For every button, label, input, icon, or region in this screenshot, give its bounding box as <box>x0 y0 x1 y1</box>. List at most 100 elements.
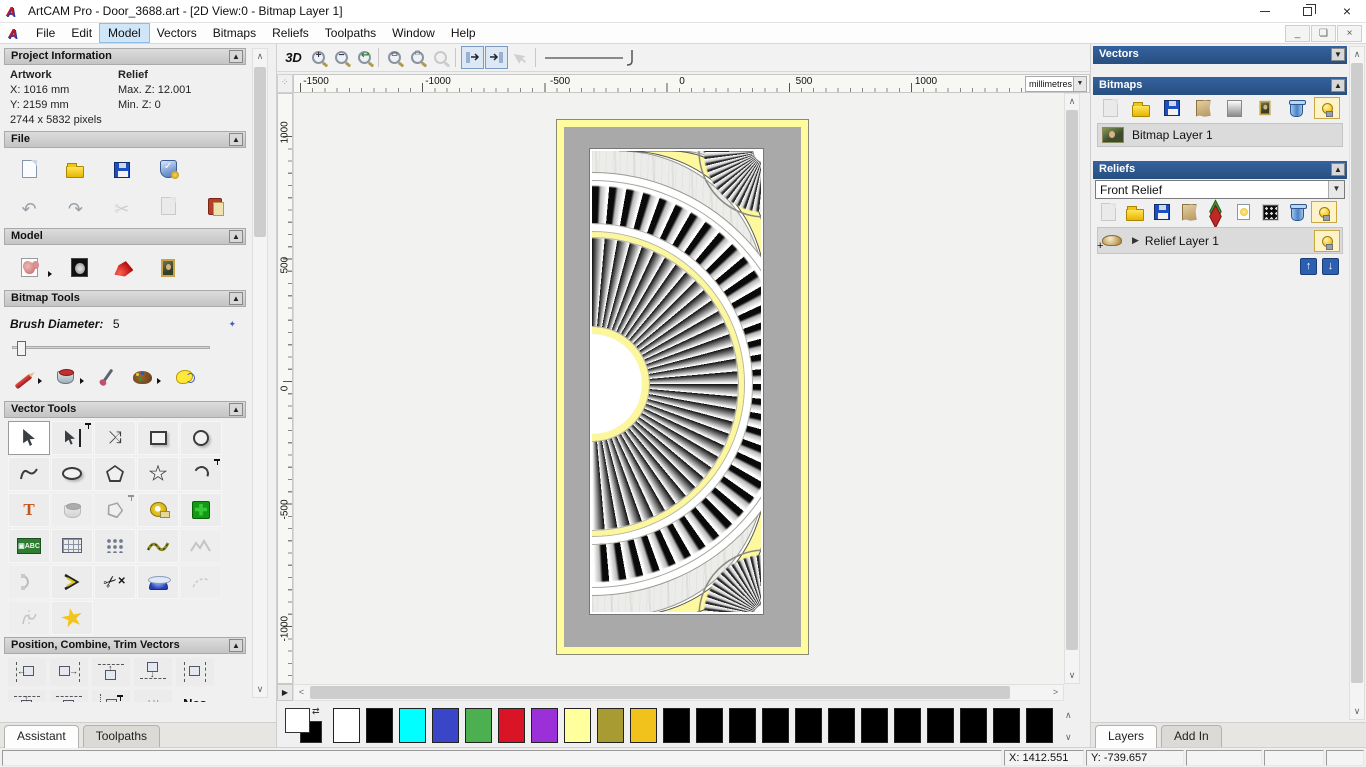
open-relief-layer-icon[interactable] <box>1122 201 1148 223</box>
paste-icon[interactable] <box>198 192 232 222</box>
bitmap-tools-header[interactable]: Bitmap Tools ▲ <box>4 289 246 307</box>
scroll-down-icon[interactable]: ∨ <box>253 682 267 697</box>
merge-relief-layers-icon[interactable] <box>1176 201 1202 223</box>
expand-arrow-icon[interactable]: ▶ <box>1132 235 1139 246</box>
model-section-header[interactable]: Model ▲ <box>4 228 246 245</box>
load-image-icon[interactable] <box>151 253 185 283</box>
create-text-tool[interactable]: T <box>8 492 50 527</box>
open-model-icon[interactable] <box>58 155 92 185</box>
units-dropdown[interactable]: millimetres ▼ <box>1024 76 1087 92</box>
toggle-3d-view-button[interactable]: 3D <box>282 46 305 69</box>
create-rectangle-tool[interactable] <box>137 420 179 455</box>
palette-icon[interactable] <box>129 361 155 391</box>
colour-swatch[interactable] <box>465 708 492 743</box>
colour-swatch[interactable] <box>498 708 525 743</box>
collapse-icon[interactable]: ▲ <box>229 133 243 146</box>
restore-button[interactable] <box>1290 0 1324 22</box>
colour-swatch[interactable] <box>663 708 690 743</box>
menu-toolpaths[interactable]: Toolpaths <box>317 24 384 42</box>
collapse-icon[interactable]: ▲ <box>1331 163 1345 176</box>
collapse-icon[interactable]: ▲ <box>229 230 243 243</box>
colour-swatch[interactable] <box>366 708 393 743</box>
node-editing-tool[interactable] <box>51 420 93 455</box>
scrollbar-thumb[interactable] <box>1066 110 1078 650</box>
scrollbar-thumb[interactable] <box>310 686 1010 699</box>
scroll-right-icon[interactable]: > <box>1048 685 1063 700</box>
chevron-down-icon[interactable]: ▼ <box>1328 181 1344 198</box>
brush-diameter-slider[interactable] <box>12 340 210 356</box>
bitmap-image-icon[interactable] <box>1252 97 1278 119</box>
create-ellipse-tool[interactable] <box>51 456 93 491</box>
create-star-tool[interactable] <box>137 456 179 491</box>
paste-along-curve-tool[interactable] <box>137 528 179 563</box>
colour-swatch[interactable] <box>762 708 789 743</box>
colour-swatch[interactable] <box>894 708 921 743</box>
zoom-box-icon[interactable]: ▭ <box>383 46 406 69</box>
redo-icon[interactable]: ↷ <box>58 194 92 224</box>
model-options-icon[interactable] <box>151 154 185 184</box>
pane-toggle-button[interactable]: ▶ <box>277 684 293 701</box>
colour-swatch[interactable] <box>861 708 888 743</box>
colour-swatch[interactable] <box>828 708 855 743</box>
scroll-left-icon[interactable]: < <box>294 685 309 700</box>
swap-colours-icon[interactable]: ⇄ <box>312 706 320 717</box>
zoom-in-icon[interactable]: + <box>307 46 330 69</box>
colour-swatch[interactable] <box>927 708 954 743</box>
project-information-header[interactable]: Project Information ▲ <box>4 48 246 65</box>
text-in-a-box-tool[interactable]: ▣ABC <box>8 528 50 563</box>
scrollbar-thumb[interactable] <box>1351 63 1363 683</box>
scatter-copies-icon[interactable]: ∴∵ <box>134 689 172 702</box>
delete-relief-layer-icon[interactable] <box>1284 201 1310 223</box>
flyout-arrow-icon[interactable] <box>80 378 85 384</box>
cross-section-tool[interactable] <box>8 600 50 635</box>
menu-model[interactable]: Model <box>99 23 150 43</box>
colour-picker-icon[interactable] <box>95 361 121 391</box>
colour-swatch[interactable] <box>795 708 822 743</box>
scroll-down-icon[interactable]: ∨ <box>1350 704 1364 719</box>
bitmap-layer-row[interactable]: Bitmap Layer 1 <box>1097 123 1343 147</box>
colour-swatch[interactable] <box>333 708 360 743</box>
flyout-arrow-icon[interactable] <box>48 270 52 277</box>
collapse-icon[interactable]: ▲ <box>1331 79 1345 92</box>
menu-vectors[interactable]: Vectors <box>149 24 205 42</box>
align-center-h-icon[interactable]: ↑ <box>8 689 46 702</box>
collapse-icon[interactable]: ▲ <box>229 50 243 63</box>
vectors-header[interactable]: Vectors ▼ <box>1093 46 1347 64</box>
create-circle-tool[interactable] <box>180 420 222 455</box>
menu-reliefs[interactable]: Reliefs <box>264 24 317 42</box>
colour-swatch[interactable] <box>399 708 426 743</box>
collapse-icon[interactable]: ▲ <box>229 291 243 305</box>
tab-toolpaths[interactable]: Toolpaths <box>82 725 161 747</box>
move-layer-up-button[interactable]: ↑ <box>1300 258 1317 275</box>
relief-visibility-icon[interactable] <box>1311 201 1337 223</box>
vector-tools-header[interactable]: Vector Tools ▲ <box>4 400 246 418</box>
copy-icon[interactable] <box>151 191 185 221</box>
align-right-icon[interactable]: → <box>50 657 88 686</box>
align-center-v-icon[interactable] <box>50 689 88 702</box>
colour-swatch[interactable] <box>729 708 756 743</box>
expand-icon[interactable]: ▼ <box>1331 48 1345 61</box>
canvas-horizontal-scrollbar[interactable]: < > <box>293 684 1064 701</box>
center-in-page-icon[interactable] <box>176 657 214 686</box>
mdi-close-button[interactable]: × <box>1337 25 1362 42</box>
bitmaps-header[interactable]: Bitmaps ▲ <box>1093 77 1347 95</box>
merge-bitmap-layers-icon[interactable] <box>1190 97 1216 119</box>
scroll-down-icon[interactable]: ∨ <box>1065 668 1079 683</box>
fit-text-to-curve-tool[interactable] <box>94 492 136 527</box>
canvas-vertical-scrollbar[interactable]: ∧ ∨ <box>1064 93 1080 684</box>
mdi-restore-button[interactable]: ❏ <box>1311 25 1336 42</box>
adjust-model-icon[interactable] <box>62 252 96 282</box>
undo-icon[interactable]: ↶ <box>12 194 46 224</box>
save-bitmap-layer-icon[interactable] <box>1159 97 1185 119</box>
relief-layer-visibility-icon[interactable] <box>1314 230 1340 252</box>
palette-scroll-down-icon[interactable]: ∨ <box>1065 732 1072 743</box>
select-tool[interactable] <box>8 420 50 455</box>
position-combine-trim-header[interactable]: Position, Combine, Trim Vectors ▲ <box>4 636 246 654</box>
scrollbar-thumb[interactable] <box>254 67 266 237</box>
relief-preview-icon[interactable] <box>1230 201 1256 223</box>
palette-scroll-up-icon[interactable]: ∧ <box>1065 710 1072 721</box>
align-top-icon[interactable]: ↑ <box>92 657 130 686</box>
snap-left-icon[interactable] <box>461 46 484 69</box>
offset-vector-tool[interactable] <box>51 564 93 599</box>
move-layer-down-button[interactable]: ↓ <box>1322 258 1339 275</box>
